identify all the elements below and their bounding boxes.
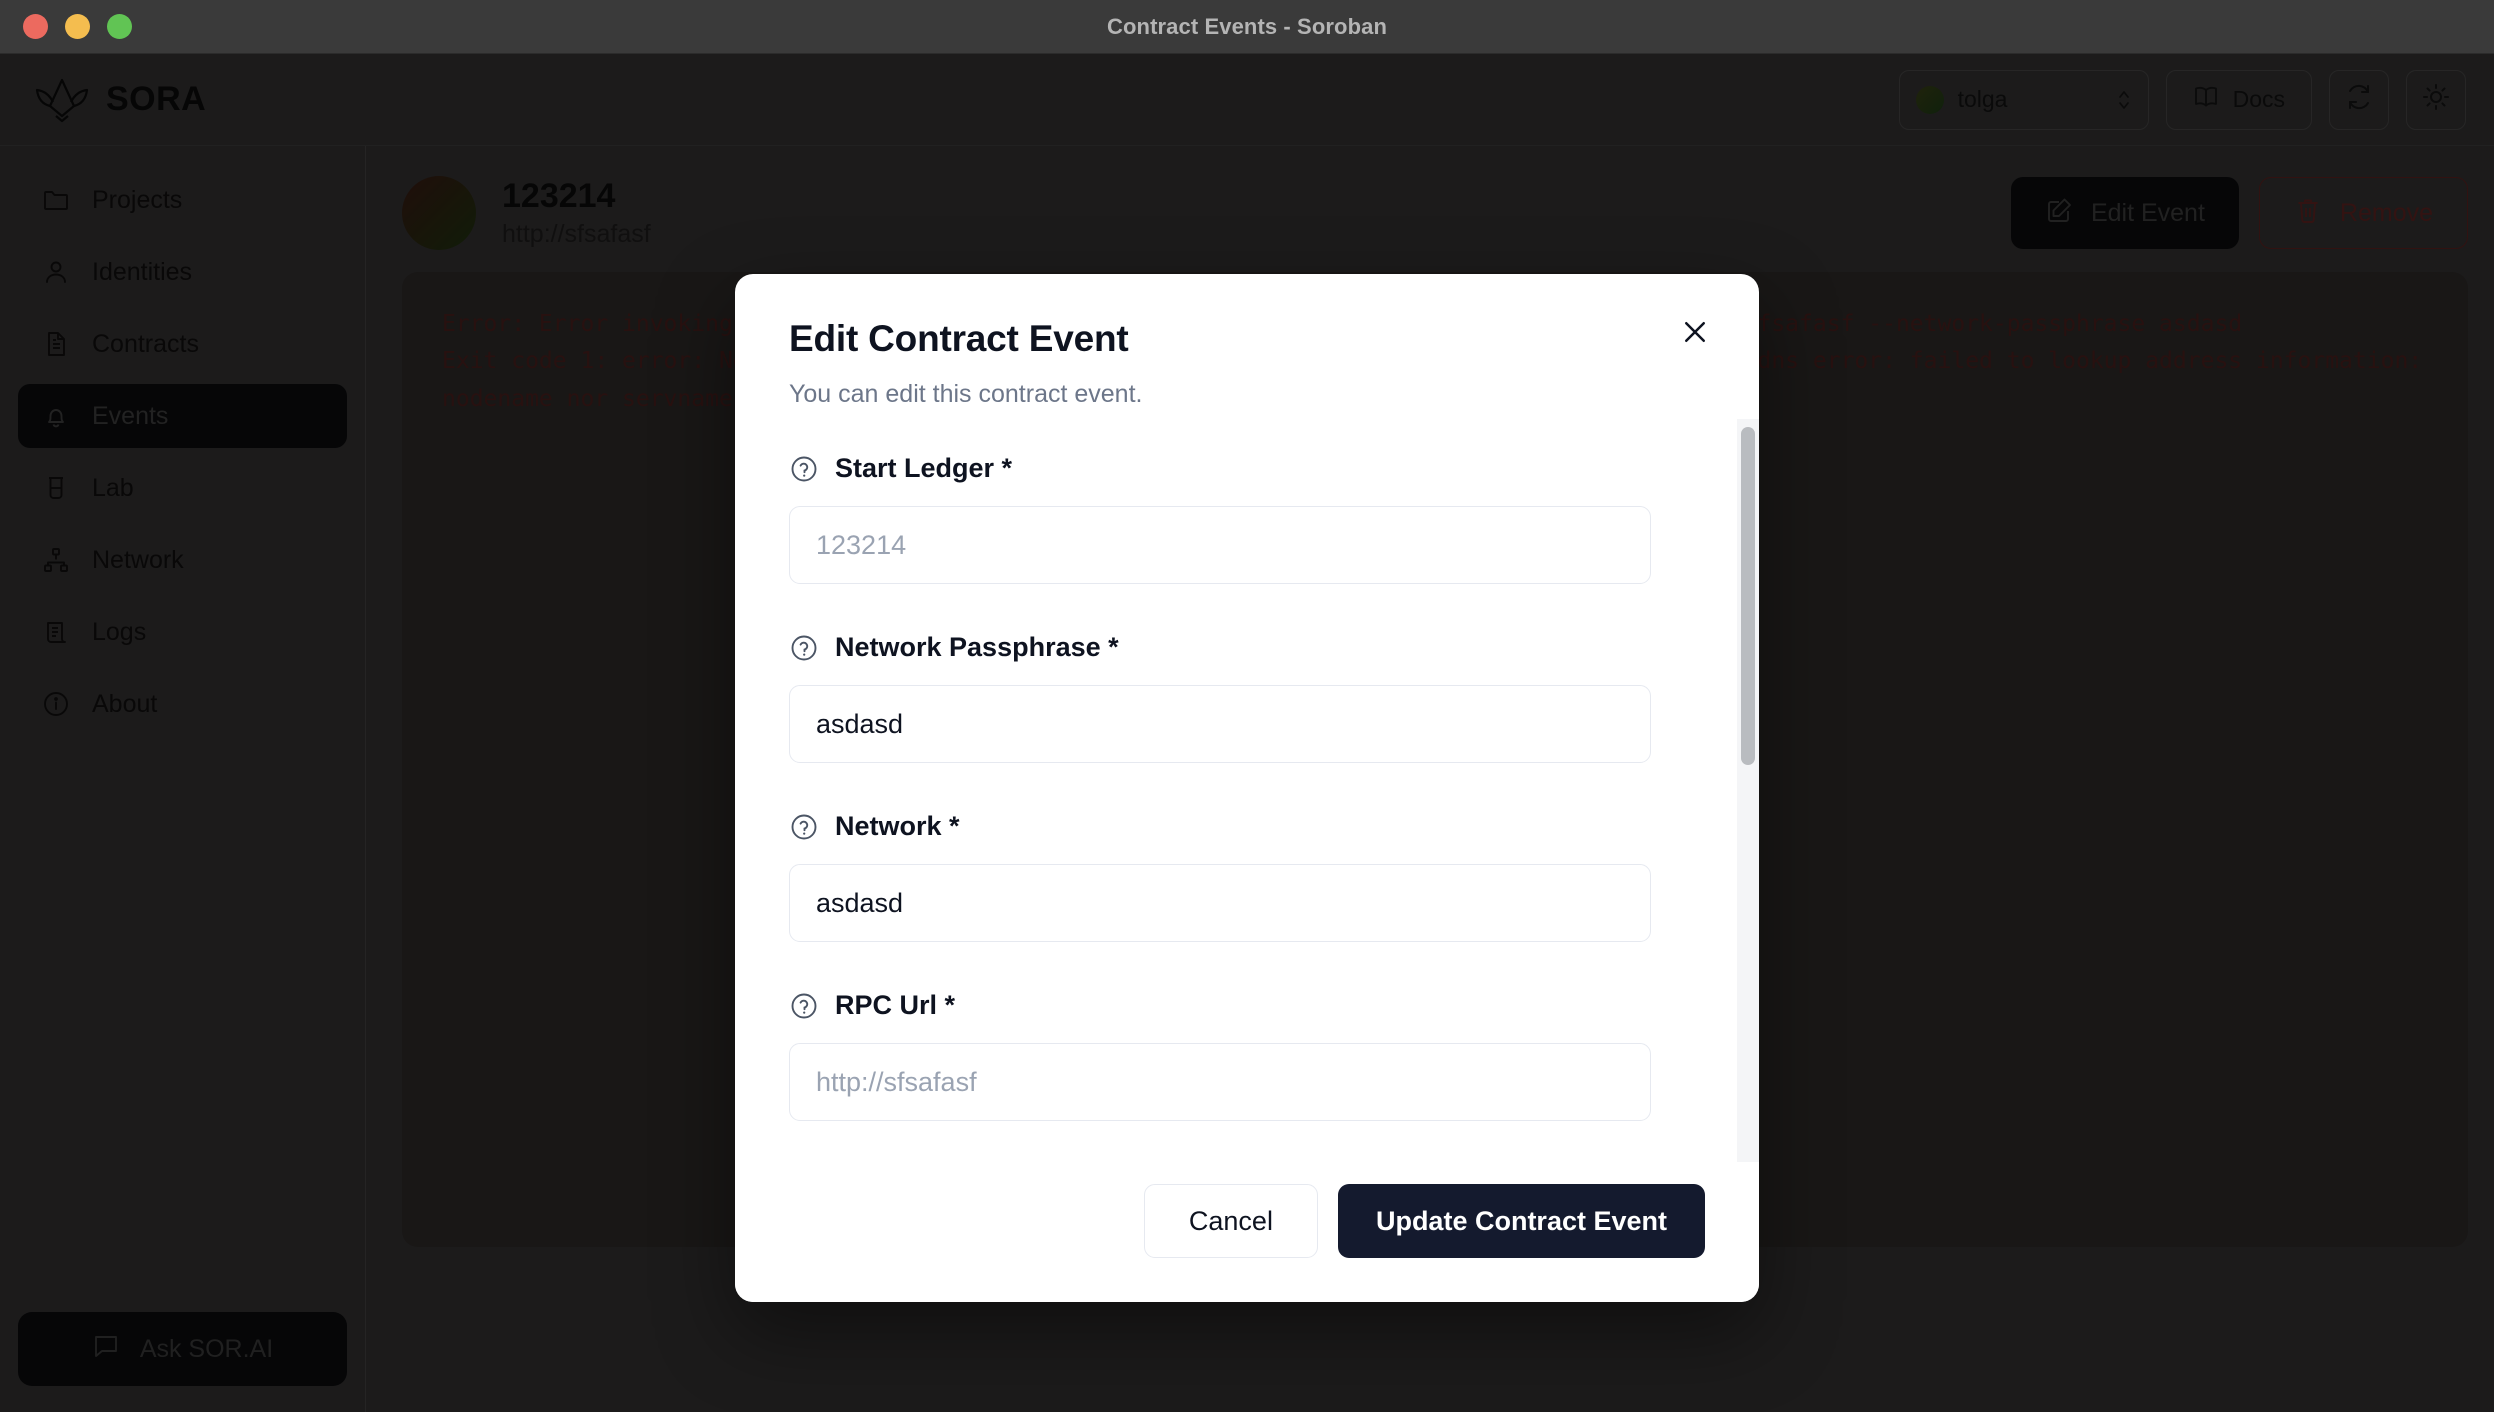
input-placeholder: http://sfsafasf xyxy=(816,1066,977,1097)
help-circle-icon[interactable] xyxy=(789,454,819,484)
help-circle-icon[interactable] xyxy=(789,812,819,842)
close-modal-button[interactable] xyxy=(1673,312,1717,356)
modal-subtitle: You can edit this contract event. xyxy=(789,380,1143,408)
field-label: Network Passphrase * xyxy=(789,632,1705,663)
start-ledger-input[interactable]: 123214 xyxy=(789,506,1651,584)
cancel-button[interactable]: Cancel xyxy=(1143,1184,1318,1258)
window-titlebar: Contract Events - Soroban xyxy=(0,0,2494,54)
update-contract-event-button[interactable]: Update Contract Event xyxy=(1337,1184,1705,1258)
modal-title: Edit Contract Event xyxy=(789,318,1129,359)
modal-form-scroll[interactable]: Start Ledger * 123214 Network Passphrase… xyxy=(735,419,1759,1162)
field-network: Network * asdasd xyxy=(789,811,1705,942)
help-circle-icon[interactable] xyxy=(789,633,819,663)
rpc-url-input[interactable]: http://sfsafasf xyxy=(789,1043,1651,1121)
help-circle-icon[interactable] xyxy=(789,991,819,1021)
field-label-text: Network Passphrase * xyxy=(835,632,1119,662)
modal-footer: Cancel Update Contract Event xyxy=(735,1162,1759,1302)
field-network-passphrase: Network Passphrase * asdasd xyxy=(789,632,1705,763)
modal-header: Edit Contract Event You can edit this co… xyxy=(735,274,1759,419)
field-label-text: Network * xyxy=(835,811,960,841)
edit-contract-event-modal: Edit Contract Event You can edit this co… xyxy=(735,274,1759,1302)
field-label: Network * xyxy=(789,811,1705,842)
field-start-ledger: Start Ledger * 123214 xyxy=(789,453,1705,584)
network-passphrase-input[interactable]: asdasd xyxy=(789,685,1651,763)
app-window: Contract Events - Soroban SORA tolga Doc… xyxy=(0,0,2494,1412)
window-title: Contract Events - Soroban xyxy=(1107,13,1387,39)
close-icon xyxy=(1680,317,1710,352)
field-rpc-url: RPC Url * http://sfsafasf xyxy=(789,990,1705,1121)
input-placeholder: 123214 xyxy=(816,529,907,560)
input-value: asdasd xyxy=(816,887,904,918)
network-input[interactable]: asdasd xyxy=(789,864,1651,942)
modal-scrollbar[interactable] xyxy=(1737,419,1759,1162)
modal-scrollbar-thumb[interactable] xyxy=(1741,427,1755,765)
field-label: RPC Url * xyxy=(789,990,1705,1021)
app-root: SORA tolga Docs Projects Identities Cont… xyxy=(0,54,2494,1412)
field-label-text: Start Ledger * xyxy=(835,453,1013,483)
field-label: Start Ledger * xyxy=(789,453,1705,484)
field-label-text: RPC Url * xyxy=(835,990,956,1020)
input-value: asdasd xyxy=(816,708,904,739)
